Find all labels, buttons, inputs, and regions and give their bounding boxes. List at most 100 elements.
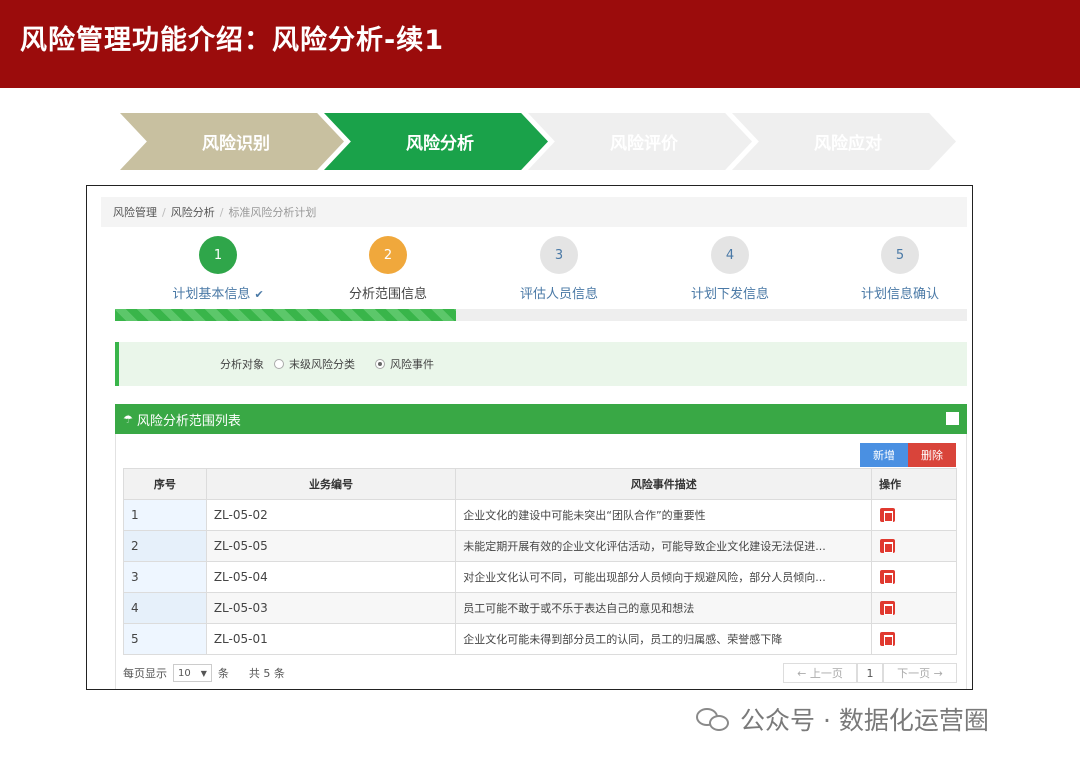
table-row[interactable]: 1 ZL-05-02 企业文化的建设中可能未突出“团队合作”的重要性	[123, 499, 957, 531]
check-icon: ✔	[254, 288, 264, 301]
app-screenshot: 风险管理 / 风险分析 / 标准风险分析计划 1 计划基本信息 ✔ 2 分析范围…	[86, 185, 973, 690]
progress-bar	[115, 309, 967, 321]
row-description: 员工可能不敢于或不乐于表达自己的意见和想法	[455, 592, 873, 624]
wechat-icon	[696, 706, 730, 732]
row-actions	[871, 561, 957, 593]
delete-row-icon[interactable]	[880, 539, 896, 554]
table-row[interactable]: 3 ZL-05-04 对企业文化认可不同，可能出现部分人员倾向于规避风险，部分人…	[123, 561, 957, 593]
step-2[interactable]: 2 分析范围信息	[313, 236, 463, 302]
panel-title: 风险分析范围列表	[136, 413, 241, 429]
radio-risk-event[interactable]: 风险事件	[375, 356, 434, 372]
chevron-risk-evaluate: 风险评价	[528, 113, 752, 170]
radio-dot-selected[interactable]	[375, 359, 385, 369]
row-description: 对企业文化认可不同，可能出现部分人员倾向于规避风险，部分人员倾向...	[455, 561, 873, 593]
per-page-value: 10	[178, 667, 191, 679]
breadcrumb-separator: /	[219, 205, 224, 219]
risk-scope-table: 序号 业务编号 风险事件描述 操作 1 ZL-05-02 企业文化的建设中可能未…	[123, 468, 957, 655]
row-code: ZL-05-01	[205, 623, 457, 655]
row-code: ZL-05-04	[205, 561, 457, 593]
step-1[interactable]: 1 计划基本信息 ✔	[143, 236, 293, 302]
row-index: 4	[123, 592, 207, 624]
row-actions	[871, 530, 957, 562]
chevron-label: 风险评价	[610, 134, 678, 154]
step-circle: 1	[199, 236, 237, 274]
column-header[interactable]: 风险事件描述	[455, 468, 873, 500]
row-description: 企业文化可能未得到部分员工的认同，员工的归属感、荣誉感下降	[455, 623, 873, 655]
row-description: 企业文化的建设中可能未突出“团队合作”的重要性	[455, 499, 873, 531]
table-row[interactable]: 5 ZL-05-01 企业文化可能未得到部分员工的认同，员工的归属感、荣誉感下降	[123, 623, 957, 655]
step-circle: 4	[711, 236, 749, 274]
slide-title: 风险管理功能介绍：风险分析-续1	[20, 25, 444, 56]
breadcrumb-current: 标准风险分析计划	[228, 206, 317, 219]
table-header-row: 序号 业务编号 风险事件描述 操作	[123, 468, 957, 500]
table-row[interactable]: 2 ZL-05-05 未能定期开展有效的企业文化评估活动，可能导致企业文化建设无…	[123, 530, 957, 562]
panel-toggle[interactable]	[946, 412, 959, 425]
row-code: ZL-05-05	[205, 530, 457, 562]
step-circle: 3	[540, 236, 578, 274]
step-4[interactable]: 4 计划下发信息	[655, 236, 805, 302]
watermark: 公众号 · 数据化运营圈	[696, 701, 989, 737]
step-label-text: 计划基本信息	[172, 287, 251, 302]
radio-label: 风险事件	[390, 358, 434, 371]
row-code: ZL-05-02	[205, 499, 457, 531]
radio-dot[interactable]	[274, 359, 284, 369]
chevron-label: 风险分析	[406, 134, 474, 154]
per-page-unit: 条	[217, 667, 229, 680]
breadcrumb-item[interactable]: 风险分析	[171, 204, 215, 220]
slide: 风险管理功能介绍：风险分析-续1 风险识别 风险分析 风险评价 风险应对 风险管…	[0, 0, 1080, 763]
pagination: 每页显示 10 ▼ 条 共 5 条 ← 上一页 1 下一页 →	[123, 663, 957, 683]
row-index: 5	[123, 623, 207, 655]
add-button[interactable]: 新增	[860, 443, 908, 467]
row-actions	[871, 623, 957, 655]
row-description: 未能定期开展有效的企业文化评估活动，可能导致企业文化建设无法促进...	[455, 530, 873, 562]
chevron-label: 风险识别	[202, 134, 270, 154]
row-actions	[871, 499, 957, 531]
breadcrumb-separator: /	[162, 205, 166, 219]
step-circle: 2	[369, 236, 407, 274]
step-label: 分析范围信息	[348, 287, 427, 302]
delete-row-icon[interactable]	[880, 601, 896, 616]
caret-down-icon: ▼	[200, 668, 207, 678]
step-label: 计划下发信息	[690, 287, 769, 302]
prev-page-button[interactable]: ← 上一页	[783, 663, 857, 683]
column-header: 操作	[871, 468, 957, 500]
step-label: 计划基本信息 ✔	[172, 283, 263, 302]
step-circle: 5	[881, 236, 919, 274]
row-actions	[871, 592, 957, 624]
step-label: 计划信息确认	[860, 287, 939, 302]
table-row[interactable]: 4 ZL-05-03 员工可能不敢于或不乐于表达自己的意见和想法	[123, 592, 957, 624]
row-index: 2	[123, 530, 207, 562]
column-header[interactable]: 业务编号	[205, 468, 457, 500]
row-code: ZL-05-03	[205, 592, 457, 624]
process-chevrons: 风险识别 风险分析 风险评价 风险应对	[120, 113, 960, 170]
panel-header: ☂ 风险分析范围列表	[115, 404, 967, 434]
per-page-label: 每页显示	[123, 667, 167, 680]
delete-button[interactable]: 删除	[908, 443, 956, 467]
filter-label: 分析对象	[220, 358, 264, 371]
row-index: 3	[123, 561, 207, 593]
chevron-risk-identify: 风险识别	[120, 113, 344, 170]
step-label: 评估人员信息	[519, 287, 598, 302]
row-index: 1	[123, 499, 207, 531]
per-page-select[interactable]: 10 ▼	[173, 664, 212, 682]
chevron-risk-response: 风险应对	[732, 113, 956, 170]
delete-row-icon[interactable]	[880, 508, 896, 523]
watermark-text: 公众号 · 数据化运营圈	[740, 706, 989, 735]
step-3[interactable]: 3 评估人员信息	[484, 236, 634, 302]
delete-row-icon[interactable]	[880, 570, 896, 585]
column-header[interactable]: 序号	[123, 468, 207, 500]
delete-row-icon[interactable]	[880, 632, 896, 647]
chevron-risk-analysis: 风险分析	[324, 113, 548, 170]
total-count: 共 5 条	[248, 667, 285, 680]
breadcrumb-item[interactable]: 风险管理	[113, 204, 157, 220]
analysis-target-filter: 分析对象 末级风险分类 风险事件	[115, 342, 967, 386]
progress-fill	[115, 309, 456, 321]
title-banner: 风险管理功能介绍：风险分析-续1	[0, 0, 1080, 88]
current-page-button[interactable]: 1	[857, 663, 883, 683]
breadcrumb: 风险管理 / 风险分析 / 标准风险分析计划	[101, 197, 967, 227]
next-page-button[interactable]: 下一页 →	[883, 663, 957, 683]
wizard-steps: 1 计划基本信息 ✔ 2 分析范围信息 3 评估人员信息 4 计划下发信息 5 …	[111, 236, 963, 306]
radio-last-level-category[interactable]: 末级风险分类	[274, 356, 355, 372]
step-5[interactable]: 5 计划信息确认	[825, 236, 972, 302]
chevron-label: 风险应对	[814, 134, 882, 154]
